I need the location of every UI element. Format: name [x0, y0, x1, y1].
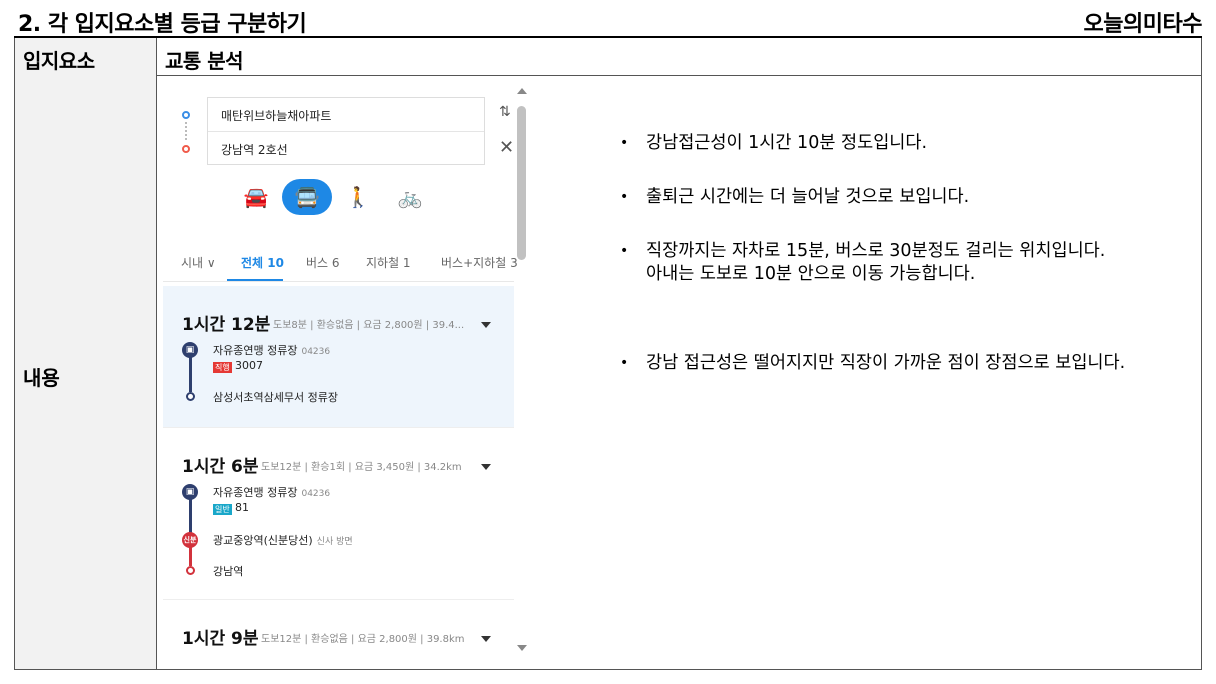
- end-stop-icon: [186, 392, 195, 401]
- route-time: 1시간 9분: [182, 629, 259, 649]
- bus-icon[interactable]: 🚍: [282, 179, 332, 215]
- route-item[interactable]: 1시간 6분 도보12분 | 환승1회 | 요금 3,450원 | 34.2km…: [163, 428, 514, 600]
- stop-name: 자유종연맹 정류장 04236: [213, 344, 331, 357]
- swap-icon[interactable]: ⇅: [499, 104, 511, 120]
- chevron-down-icon[interactable]: [481, 636, 491, 642]
- scroll-thumb[interactable]: [517, 106, 526, 260]
- label-cell-factor: 입지요소: [15, 38, 157, 76]
- subway-stop-icon: 신분: [182, 532, 198, 548]
- bus-number: 81: [235, 501, 249, 514]
- destination-marker-icon: [182, 145, 190, 153]
- route-item[interactable]: 1시간 12분 도보8분 | 환승없음 | 요금 2,800원 | 39.4..…: [163, 286, 514, 428]
- label-factor: 입지요소: [23, 49, 95, 73]
- tab-all[interactable]: 전체 10: [241, 254, 284, 271]
- map-route-screenshot: 매탄위브하늘채아파트 강남역 2호선 ⇅ ✕ 🚘 🚍 🚶 🚲 시내 ∨ 전체 1…: [163, 84, 529, 668]
- bullet-mark: •: [620, 243, 629, 259]
- label-cell-content: 내용: [15, 76, 157, 669]
- route-time: 1시간 12분: [182, 315, 271, 335]
- car-icon[interactable]: 🚘: [231, 179, 281, 215]
- route-meta: 도보12분 | 환승없음 | 요금 2,800원 | 39.8km: [261, 634, 465, 645]
- bullet-mark: •: [620, 189, 629, 205]
- route-time: 1시간 6분: [182, 457, 259, 477]
- tab-bus-subway[interactable]: 버스+지하철 3: [441, 254, 518, 271]
- scrollbar[interactable]: [514, 84, 529, 668]
- destination-input[interactable]: 강남역 2호선: [221, 141, 288, 158]
- page-title: 2. 각 입지요소별 등급 구분하기: [18, 12, 307, 37]
- end-stop-icon: [186, 566, 195, 575]
- tab-bus[interactable]: 버스 6: [306, 254, 340, 271]
- end-stop-name: 삼성서초역삼세무서 정류장: [213, 391, 338, 404]
- transfer-stop-name: 광교중앙역(신분당선) 신사 방면: [213, 534, 353, 547]
- bike-icon[interactable]: 🚲: [385, 179, 435, 215]
- table-header-row: 입지요소 교통 분석: [15, 38, 1201, 76]
- tab-underline: [227, 279, 283, 281]
- bus-number: 3007: [235, 359, 263, 372]
- bus-type-badge: 일반: [213, 504, 232, 515]
- transport-modes: 🚘 🚍 🚶 🚲: [163, 179, 514, 219]
- chevron-down-icon[interactable]: [481, 322, 491, 328]
- bullet-mark: •: [620, 355, 629, 371]
- chevron-down-icon[interactable]: [481, 464, 491, 470]
- route-inputs: 매탄위브하늘채아파트 강남역 2호선: [207, 97, 485, 165]
- route-meta: 도보12분 | 환승1회 | 요금 3,450원 | 34.2km: [261, 462, 462, 473]
- page-header: 2. 각 입지요소별 등급 구분하기 오늘의미타수: [14, 0, 1203, 37]
- scroll-down-icon[interactable]: [517, 645, 527, 651]
- tab-region[interactable]: 시내 ∨: [181, 254, 216, 271]
- bus-stop-icon: ▣: [182, 484, 198, 500]
- heading-traffic-analysis: 교통 분석: [165, 49, 244, 73]
- route-meta: 도보8분 | 환승없음 | 요금 2,800원 | 39.4...: [273, 320, 465, 331]
- origin-input[interactable]: 매탄위브하늘채아파트: [221, 107, 331, 124]
- bus-type-badge: 직행: [213, 362, 232, 373]
- walk-icon[interactable]: 🚶: [333, 179, 383, 215]
- bus-stop-icon: ▣: [182, 342, 198, 358]
- scroll-up-icon[interactable]: [517, 88, 527, 94]
- brand-name: 오늘의미타수: [1083, 12, 1203, 37]
- label-content: 내용: [23, 366, 60, 390]
- origin-marker-icon: [182, 111, 190, 119]
- route-line: [189, 352, 192, 392]
- input-divider: [208, 131, 484, 132]
- stop-name: 자유종연맹 정류장 04236: [213, 486, 331, 499]
- route-tabs: 시내 ∨ 전체 10 버스 6 지하철 1 버스+지하철 3: [163, 242, 518, 282]
- route-dots: [185, 122, 187, 140]
- tab-subway[interactable]: 지하철 1: [366, 254, 411, 271]
- heading-cell: 교통 분석: [157, 38, 1201, 76]
- bullet-mark: •: [620, 135, 629, 151]
- end-stop-name: 강남역: [213, 565, 244, 578]
- route-line: [189, 546, 192, 566]
- close-icon[interactable]: ✕: [499, 137, 514, 158]
- route-item[interactable]: 1시간 9분 도보12분 | 환승없음 | 요금 2,800원 | 39.8km: [163, 600, 514, 668]
